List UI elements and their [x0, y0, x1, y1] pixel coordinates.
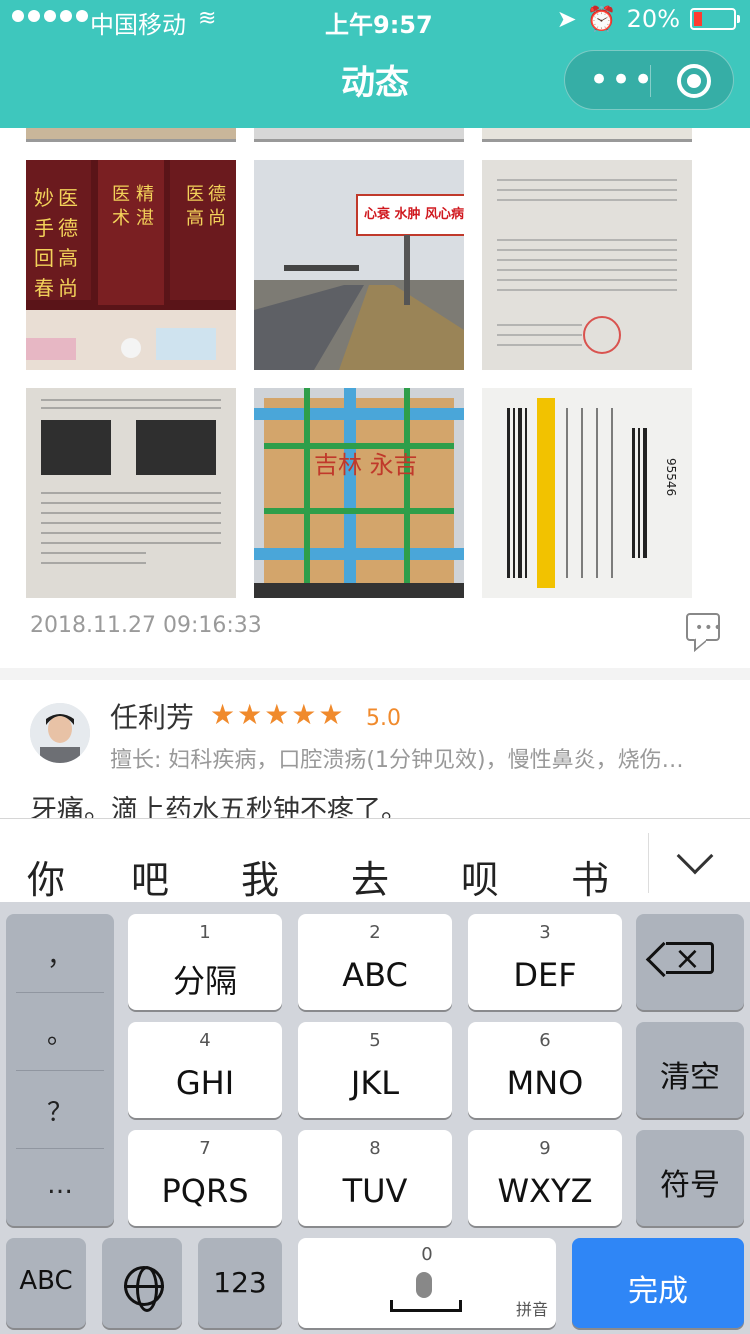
punctuation-column: ， 。 ？ …	[6, 914, 114, 1226]
space-button[interactable]: 0 拼音	[298, 1238, 556, 1328]
backspace-icon	[666, 939, 714, 977]
svg-text:医: 医	[186, 184, 204, 205]
rating-value: 5.0	[366, 706, 401, 731]
done-button[interactable]: 完成	[572, 1238, 744, 1328]
microphone-icon	[416, 1272, 432, 1298]
candidate-bar: 你 吧 我 去 呗 书	[0, 818, 750, 902]
location-icon: ➤	[556, 5, 577, 33]
post-photo-report[interactable]	[26, 388, 236, 598]
wifi-icon: ≋	[198, 6, 217, 31]
delete-button[interactable]	[636, 914, 744, 1010]
svg-text:回: 回	[34, 246, 54, 270]
svg-text:高: 高	[186, 208, 204, 229]
photo-strip	[26, 128, 236, 142]
close-target-icon[interactable]	[677, 64, 711, 98]
abc-button[interactable]: ABC	[6, 1238, 86, 1328]
photo-strip	[482, 128, 692, 142]
candidate-word[interactable]: 呗	[450, 849, 510, 904]
battery-icon	[690, 8, 740, 30]
post-photo-document[interactable]	[482, 160, 692, 370]
post-meta: 2018.11.27 09:16:33 •••	[30, 613, 722, 649]
svg-text:高: 高	[58, 246, 78, 270]
post-photo-package[interactable]: 吉林 永吉	[254, 388, 464, 598]
punct-key[interactable]: ？	[6, 1092, 114, 1170]
key-7[interactable]: 7 PQRS	[128, 1130, 282, 1226]
photo-strip	[254, 128, 464, 142]
waybill-number: 95546	[664, 458, 678, 496]
post-timestamp: 2018.11.27 09:16:33	[30, 613, 262, 638]
banner-text: 妙	[34, 186, 54, 210]
candidate-word[interactable]: 去	[340, 849, 400, 904]
svg-text:德: 德	[208, 184, 226, 205]
punct-key[interactable]: 。	[6, 1014, 114, 1092]
svg-text:医: 医	[112, 184, 130, 205]
key-1[interactable]: 1 分隔	[128, 914, 282, 1010]
post-photo-waybill[interactable]: 95546	[482, 388, 692, 598]
mini-program-capsule: •••	[564, 50, 734, 110]
space-hint: 拼音	[515, 1300, 548, 1319]
doctor-name[interactable]: 任利芳	[110, 696, 194, 736]
key-6[interactable]: 6 MNO	[468, 1022, 622, 1118]
review-text: 牙痛。滴上药水五秒钟不疼了。	[30, 795, 408, 818]
candidate-word[interactable]: 吧	[120, 849, 180, 904]
key-8[interactable]: 8 TUV	[298, 1130, 452, 1226]
alarm-icon: ⏰	[586, 5, 617, 33]
more-icon[interactable]: •••	[589, 63, 655, 97]
post-photo-banners[interactable]: 妙 医 手 德 回 高 春 尚 医 术 精 湛 医 德 高 尚	[26, 160, 236, 370]
package-label: 吉林 永吉	[314, 451, 418, 479]
svg-text:精: 精	[136, 184, 154, 205]
svg-text:尚: 尚	[208, 208, 226, 229]
nav-bar: 中国移动 ≋ 上午9:57 ➤ ⏰ 20% 动态 •••	[0, 0, 750, 128]
key-3[interactable]: 3 DEF	[468, 914, 622, 1010]
billboard-text: 心衰 水肿 风心病	[364, 206, 464, 222]
numbers-button[interactable]: 123	[198, 1238, 282, 1328]
symbols-button[interactable]: 符号	[636, 1130, 744, 1226]
svg-text:术: 术	[112, 208, 130, 229]
svg-text:尚: 尚	[58, 276, 78, 300]
svg-text:手: 手	[34, 216, 54, 240]
key-5[interactable]: 5 JKL	[298, 1022, 452, 1118]
svg-text:医: 医	[58, 186, 78, 210]
key-2[interactable]: 2 ABC	[298, 914, 452, 1010]
signal-icon	[12, 10, 88, 22]
key-9[interactable]: 9 WXYZ	[468, 1130, 622, 1226]
svg-text:湛: 湛	[136, 208, 154, 229]
carrier-label: 中国移动	[90, 11, 186, 39]
punct-key[interactable]: ，	[6, 936, 114, 1014]
globe-icon	[124, 1266, 164, 1312]
key-4[interactable]: 4 GHI	[128, 1022, 282, 1118]
comment-icon[interactable]: •••	[686, 613, 722, 641]
section-divider	[0, 668, 750, 680]
specialty-text: 擅长: 妇科疾病，口腔溃疡(1分钟见效)，慢性鼻炎，烧伤…	[110, 748, 684, 773]
screen: 中国移动 ≋ 上午9:57 ➤ ⏰ 20% 动态 ••• 妙 医 手 德 回 高…	[0, 0, 750, 1334]
candidate-word[interactable]: 书	[560, 849, 620, 904]
clear-button[interactable]: 清空	[636, 1022, 744, 1118]
punct-key[interactable]: …	[6, 1170, 114, 1248]
feed[interactable]: 妙 医 手 德 回 高 春 尚 医 术 精 湛 医 德 高 尚 心衰 水肿 风心…	[0, 128, 750, 818]
clock-label: 上午9:57	[325, 11, 433, 39]
post-photo-billboard[interactable]: 心衰 水肿 风心病	[254, 160, 464, 370]
avatar[interactable]	[30, 703, 90, 763]
svg-text:春: 春	[34, 276, 54, 300]
candidate-word[interactable]: 你	[16, 849, 76, 904]
rating-stars-icon: ★★★★★	[210, 698, 346, 731]
candidate-word[interactable]: 我	[230, 849, 290, 904]
svg-text:德: 德	[58, 216, 78, 240]
status-bar: 中国移动 ≋ 上午9:57 ➤ ⏰ 20%	[0, 0, 750, 40]
keyboard: ， 。 ？ … 1 分隔 2 ABC 3 DEF 4 GHI 5	[0, 902, 750, 1334]
chevron-down-icon[interactable]	[676, 837, 714, 875]
language-button[interactable]	[102, 1238, 182, 1328]
battery-label: 20%	[626, 5, 680, 33]
